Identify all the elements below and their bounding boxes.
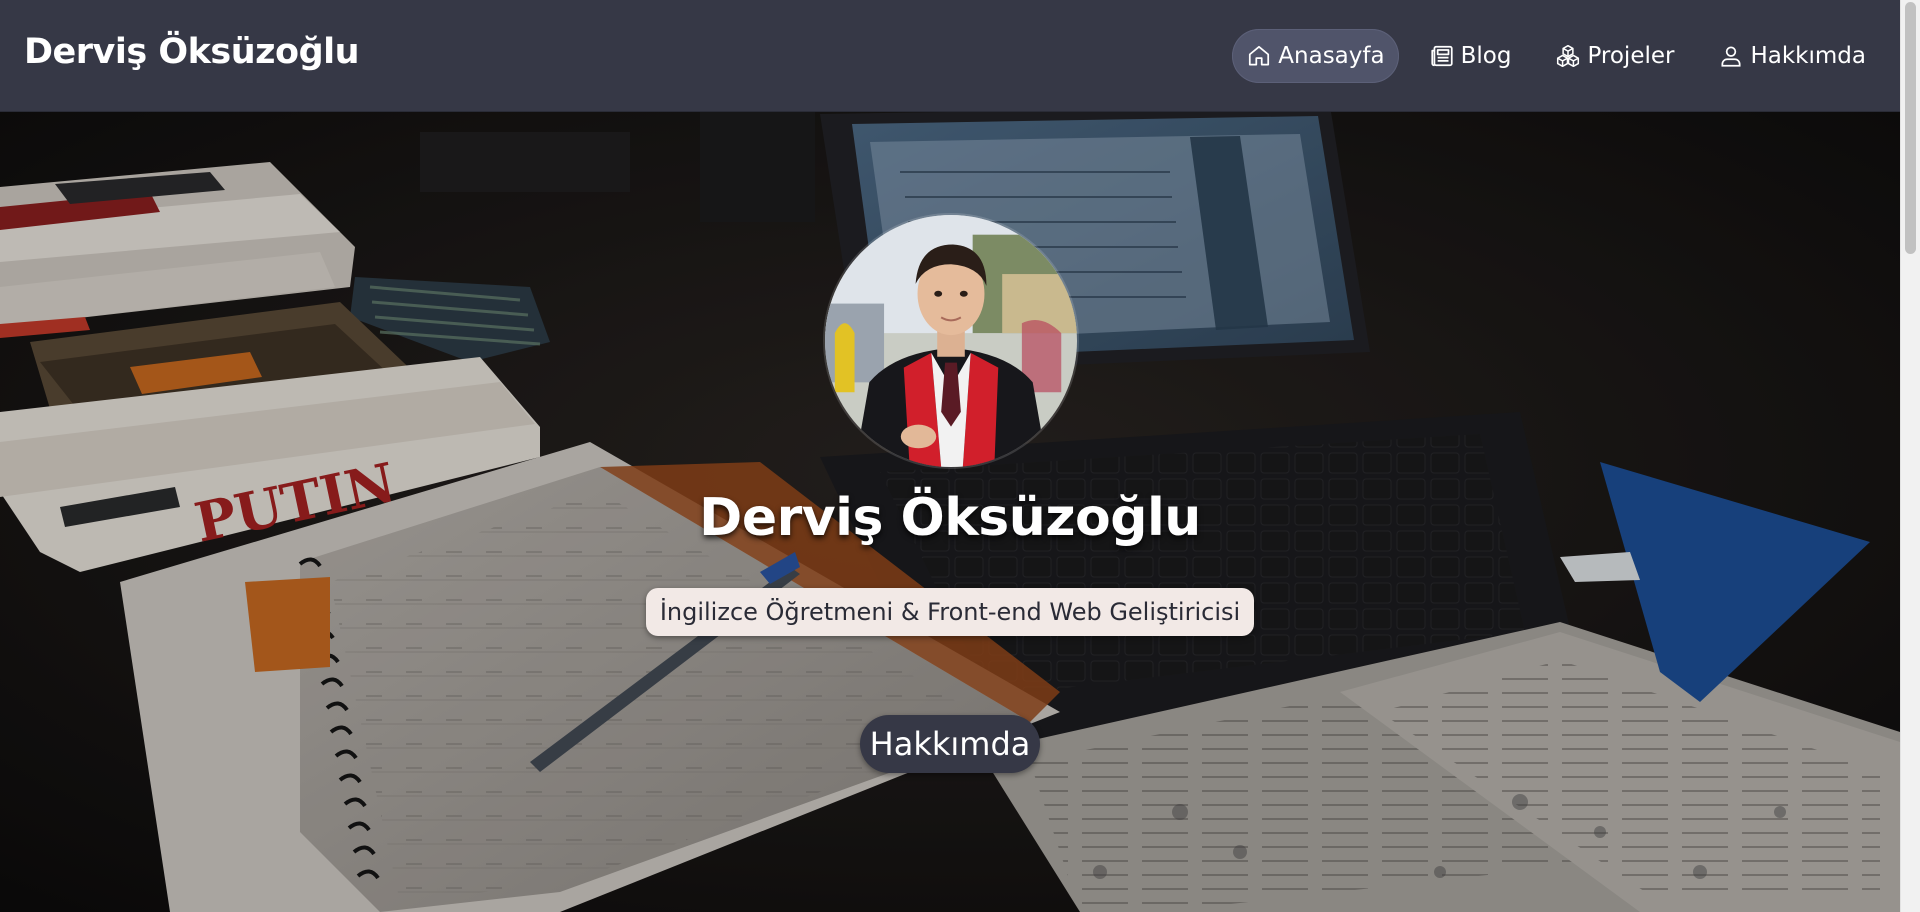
nav-item-anasayfa[interactable]: Anasayfa (1232, 29, 1399, 83)
nav-item-projeler[interactable]: Projeler (1541, 29, 1688, 83)
nav-item-label: Anasayfa (1278, 43, 1385, 69)
hero-section: PUTIN Derviş Öksüzoğlu İngilizce Öğretme… (0, 112, 1900, 912)
newspaper-icon (1430, 45, 1453, 67)
nav-item-label: Hakkımda (1750, 43, 1866, 69)
nav-links: Anasayfa Blog Projeler Hakkımda (1216, 29, 1880, 83)
cubes-icon (1557, 44, 1580, 68)
site-brand[interactable]: Derviş Öksüzoğlu (24, 32, 360, 72)
navbar: Derviş Öksüzoğlu Anasayfa Blog Projeler … (0, 0, 1900, 112)
about-me-button[interactable]: Hakkımda (859, 715, 1041, 773)
nav-item-hakkimda[interactable]: Hakkımda (1704, 29, 1880, 83)
profile-avatar (823, 213, 1079, 469)
page: Derviş Öksüzoğlu Anasayfa Blog Projeler … (0, 0, 1920, 912)
about-button-container: Hakkımda (0, 715, 1900, 773)
hero-name-heading: Derviş Öksüzoğlu (699, 488, 1201, 548)
subtitle-container: İngilizce Öğretmeni & Front-end Web Geli… (0, 588, 1900, 636)
hero-subtitle-badge: İngilizce Öğretmeni & Front-end Web Geli… (645, 588, 1255, 636)
nav-item-label: Blog (1460, 43, 1512, 69)
home-icon (1249, 45, 1270, 66)
vertical-scrollbar[interactable] (1900, 0, 1920, 912)
nav-item-label: Projeler (1587, 43, 1675, 69)
nav-item-blog[interactable]: Blog (1415, 29, 1526, 83)
scrollbar-thumb[interactable] (1905, 2, 1916, 254)
user-icon (1721, 46, 1742, 67)
